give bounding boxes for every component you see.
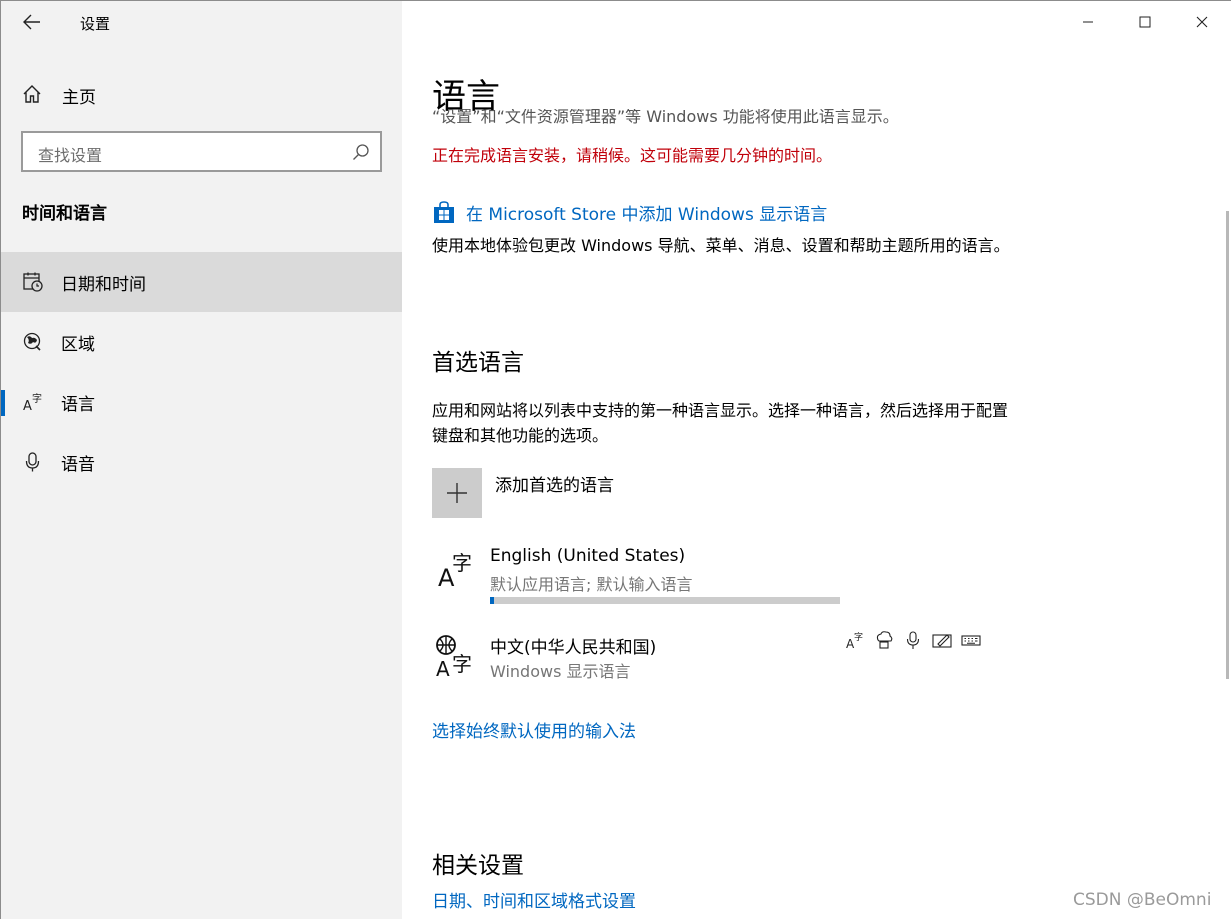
- sidebar-item-language[interactable]: A字 语言: [1, 372, 402, 432]
- sidebar-item-speech[interactable]: 语音: [1, 432, 402, 492]
- add-icon-box: [432, 468, 482, 518]
- language-pack-icon: A字: [438, 551, 472, 592]
- minimize-button[interactable]: [1059, 1, 1117, 43]
- sidebar-item-language-label: 语言: [61, 395, 95, 415]
- svg-text:A: A: [23, 399, 32, 413]
- plus-icon: [447, 483, 467, 503]
- speech-recognition-icon: [903, 630, 923, 650]
- search-input[interactable]: 查找设置: [21, 131, 382, 172]
- microphone-icon: [25, 452, 40, 472]
- sidebar-item-region[interactable]: 区域: [1, 312, 402, 372]
- language-name: 中文(中华人民共和国): [490, 638, 657, 658]
- settings-window: 设置 主页 查找设置 时间和语言 日期和时间 区域 A字 语言 语音 语言 “设…: [0, 0, 1231, 919]
- minimize-icon: [1083, 21, 1093, 23]
- back-arrow-icon: [23, 14, 40, 30]
- store-link-label: 在 Microsoft Store 中添加 Windows 显示语言: [466, 204, 828, 225]
- svg-text:字: 字: [32, 392, 42, 405]
- keyboard-icon: [961, 630, 981, 650]
- home-icon: [23, 85, 41, 103]
- install-progress-fill: [490, 597, 494, 604]
- clipped-description: “设置”和“文件资源管理器”等 Windows 功能将使用此语言显示。: [432, 109, 1032, 129]
- input-method-link[interactable]: 选择始终默认使用的输入法: [432, 717, 636, 742]
- related-settings-title: 相关设置: [432, 853, 524, 879]
- app-title: 设置: [80, 15, 111, 33]
- svg-text:字: 字: [452, 652, 472, 676]
- language-pack-icon: A字: [845, 630, 865, 651]
- close-button[interactable]: [1173, 1, 1231, 43]
- install-warning: 正在完成语言安装，请稍候。这可能需要几分钟的时间。: [432, 146, 833, 165]
- date-time-icon: [23, 272, 43, 292]
- add-language-label: 添加首选的语言: [495, 476, 614, 496]
- search-icon: [353, 144, 369, 160]
- region-icon: [23, 332, 41, 351]
- svg-text:字: 字: [854, 631, 863, 643]
- install-progress-bar: [490, 597, 840, 604]
- svg-text:字: 字: [452, 551, 472, 575]
- clipped-description-text: “设置”和“文件资源管理器”等 Windows 功能将使用此语言显示。: [432, 109, 899, 126]
- maximize-icon: [1139, 16, 1151, 28]
- language-feature-icons: A字: [845, 630, 981, 652]
- selected-indicator: [1, 390, 5, 416]
- maximize-button[interactable]: [1116, 1, 1174, 43]
- display-language-icon: A字: [436, 635, 472, 679]
- sidebar-item-region-label: 区域: [61, 335, 95, 355]
- sidebar-item-speech-label: 语音: [61, 455, 95, 475]
- language-sub: 默认应用语言; 默认输入语言: [490, 575, 693, 594]
- sidebar: 设置 主页 查找设置 时间和语言 日期和时间 区域 A字 语言 语音: [1, 1, 402, 919]
- main-content: 语言 “设置”和“文件资源管理器”等 Windows 功能将使用此语言显示。 正…: [402, 1, 1231, 919]
- store-description: 使用本地体验包更改 Windows 导航、菜单、消息、设置和帮助主题所用的语言。: [432, 236, 1010, 255]
- language-name: English (United States): [490, 546, 686, 566]
- svg-text:A: A: [436, 657, 450, 679]
- handwriting-icon: [932, 630, 952, 650]
- date-region-format-link[interactable]: 日期、时间和区域格式设置: [432, 887, 636, 912]
- watermark: CSDN @BeOmni: [1073, 890, 1212, 910]
- preferred-languages-description: 应用和网站将以列表中支持的第一种语言显示。选择一种语言，然后选择用于配置键盘和其…: [432, 401, 1009, 445]
- sidebar-group-title: 时间和语言: [22, 204, 107, 224]
- store-icon: [434, 201, 454, 223]
- sidebar-item-date-time-label: 日期和时间: [61, 275, 146, 295]
- language-sub: Windows 显示语言: [490, 662, 631, 681]
- sidebar-item-home[interactable]: 主页: [1, 73, 402, 115]
- language-icon: A字: [23, 392, 42, 413]
- close-icon: [1196, 16, 1208, 28]
- text-to-speech-icon: [874, 630, 894, 650]
- sidebar-item-home-label: 主页: [62, 88, 96, 108]
- search-placeholder: 查找设置: [38, 146, 103, 165]
- language-item-english[interactable]: A字 English (United States) 默认应用语言; 默认输入语…: [432, 546, 992, 608]
- preferred-languages-title: 首选语言: [432, 350, 524, 376]
- store-link[interactable]: 在 Microsoft Store 中添加 Windows 显示语言: [432, 199, 827, 225]
- back-button[interactable]: [15, 7, 49, 37]
- sidebar-item-date-time[interactable]: 日期和时间: [1, 252, 402, 312]
- scrollbar[interactable]: [1226, 211, 1229, 679]
